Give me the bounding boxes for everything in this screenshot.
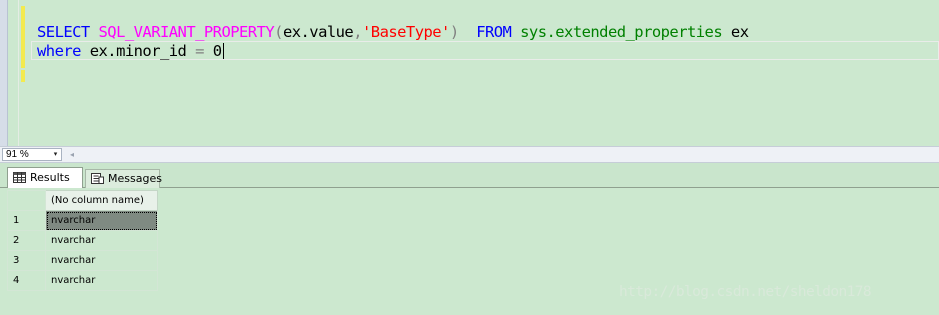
editor-margin-line <box>18 0 19 146</box>
keyword-select: SELECT <box>37 23 90 41</box>
function-argument: ex.value <box>282 23 354 41</box>
result-cell[interactable]: nvarchar <box>45 270 158 291</box>
function-name: SQL_VARIANT_PROPERTY <box>98 23 275 41</box>
code-line-2[interactable]: where ex.minor_id = 0 <box>37 42 224 61</box>
result-cell[interactable]: nvarchar <box>45 250 158 271</box>
zoom-level-dropdown[interactable]: 91 % ▾ <box>2 148 62 161</box>
grid-icon <box>13 172 26 183</box>
column-header[interactable]: (No column name) <box>45 190 158 211</box>
table-alias: ex <box>730 23 749 41</box>
row-number[interactable]: 3 <box>7 250 46 271</box>
column-reference: ex.minor_id <box>89 42 187 60</box>
keyword-where: where <box>37 42 81 60</box>
results-grid[interactable]: (No column name) 1 nvarchar 2 nvarchar 3… <box>7 190 158 291</box>
tab-messages-label: Messages <box>108 172 162 185</box>
grid-header-row: (No column name) <box>7 190 158 211</box>
grid-corner-cell[interactable] <box>7 190 46 211</box>
keyword-from: FROM <box>476 23 512 41</box>
result-cell[interactable]: nvarchar <box>45 210 158 231</box>
result-cell[interactable]: nvarchar <box>45 230 158 251</box>
code-line-1[interactable]: SELECT SQL_VARIANT_PROPERTY(ex.value,'Ba… <box>37 23 749 42</box>
table-row[interactable]: 1 nvarchar <box>7 210 158 231</box>
change-indicator-bar <box>21 6 25 68</box>
results-tab-strip: Results Messages <box>0 163 939 188</box>
operator-equals: = <box>195 42 204 60</box>
scroll-left-arrow-icon[interactable]: ◂ <box>67 149 77 160</box>
messages-icon <box>91 173 104 184</box>
editor-left-strip <box>0 0 8 146</box>
zoom-level-value: 91 % <box>6 149 29 160</box>
text-caret <box>222 43 224 59</box>
row-number[interactable]: 1 <box>7 210 46 231</box>
tab-results[interactable]: Results <box>7 167 83 188</box>
results-pane: Results Messages (No column name) 1 nvar… <box>0 163 939 315</box>
table-row[interactable]: 2 nvarchar <box>7 230 158 251</box>
zoom-bar: 91 % ▾ ◂ <box>0 146 939 163</box>
row-number[interactable]: 2 <box>7 230 46 251</box>
open-paren: ( <box>274 23 283 41</box>
tab-messages[interactable]: Messages <box>85 169 162 188</box>
change-indicator-bar <box>21 70 25 82</box>
system-table-name: sys.extended_properties <box>520 23 723 41</box>
chevron-down-icon[interactable]: ▾ <box>50 149 61 160</box>
sql-editor[interactable]: SELECT SQL_VARIANT_PROPERTY(ex.value,'Ba… <box>0 0 939 146</box>
table-row[interactable]: 3 nvarchar <box>7 250 158 271</box>
comma: , <box>353 23 362 41</box>
string-literal: 'BaseType' <box>362 23 450 41</box>
watermark-text: http://blog.csdn.net/sheldon178 <box>619 284 872 300</box>
numeric-literal: 0 <box>212 42 222 60</box>
table-row[interactable]: 4 nvarchar <box>7 270 158 291</box>
row-number[interactable]: 4 <box>7 270 46 291</box>
tab-results-label: Results <box>30 171 70 184</box>
close-paren: ) <box>449 23 459 41</box>
